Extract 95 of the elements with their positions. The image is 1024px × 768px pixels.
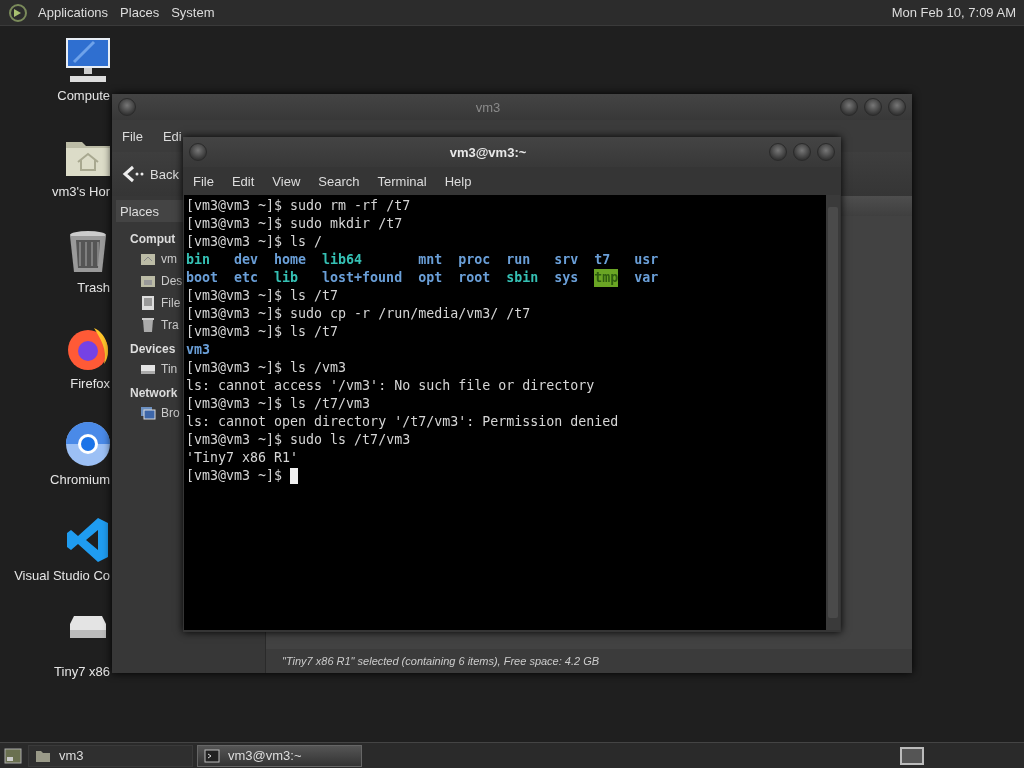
directory-name: usr [634, 251, 659, 269]
desktop-icon-label[interactable]: vm3's Hor [51, 184, 112, 199]
desktop-icon-label[interactable]: Tiny7 x86 [54, 664, 112, 679]
show-desktop-icon[interactable] [4, 747, 22, 764]
directory-name: sys [554, 269, 579, 287]
directory-name: srv [554, 251, 579, 269]
terminal-line: [vm3@vm3 ~]$ sudo rm -rf /t7 [186, 197, 411, 215]
clock[interactable]: Mon Feb 10, 7:09 AM [891, 5, 1024, 20]
trash-icon [140, 317, 156, 333]
menu-item[interactable]: Applications [32, 5, 115, 20]
sidebar-item-label[interactable]: Tra [161, 318, 179, 332]
sidebar-item-label[interactable]: Tin [161, 362, 178, 376]
sidebar-item[interactable]: Bro [140, 405, 180, 421]
menu-item[interactable]: Edi [162, 128, 182, 144]
sidebar-item[interactable]: File [140, 295, 181, 311]
terminal-line: [vm3@vm3 ~]$ sudo cp -r /run/media/vm3/ /t7 [186, 305, 531, 323]
terminal-line: [vm3@vm3 ~]$ ls /t7/vm3 [186, 395, 371, 413]
terminal-line: [vm3@vm3 ~]$ ls /vm3 [186, 359, 347, 377]
directory-name: vm3 [186, 341, 211, 359]
back-button[interactable]: Back [118, 164, 183, 184]
window-title: vm3 [474, 99, 502, 115]
directory-name: run [506, 251, 531, 269]
sidebar-item[interactable]: vm [140, 251, 177, 267]
terminal-icon [204, 747, 220, 764]
directory-name: lib64 [322, 251, 363, 269]
terminal-line: [vm3@vm3 ~]$ [186, 467, 283, 485]
directory-name: etc [234, 269, 259, 287]
directory-name: dev [234, 251, 259, 269]
directory-name: root [458, 269, 491, 287]
directory-name: home [274, 251, 307, 269]
window-button[interactable] [888, 98, 906, 116]
network-icon [140, 405, 156, 421]
desktop-icon-label[interactable]: Firefox [70, 376, 112, 391]
sidebar-item[interactable]: Tra [140, 317, 179, 333]
window-button[interactable] [864, 98, 882, 116]
window-menu-button[interactable] [189, 143, 207, 161]
terminal-line: [vm3@vm3 ~]$ sudo mkdir /t7 [186, 215, 403, 233]
menu-item[interactable]: System [165, 5, 221, 20]
section-heading: Comput [130, 232, 176, 246]
window-button[interactable] [840, 98, 858, 116]
status-text: "Tiny7 x86 R1" selected (containing 6 items), Free space: 4.2 GB [266, 649, 912, 673]
menu-item[interactable]: Terminal [371, 173, 433, 189]
directory-name: t7 [594, 251, 611, 269]
terminal-line: [vm3@vm3 ~]$ ls / [186, 233, 323, 251]
directory-name: lost+found [322, 269, 403, 287]
sidebar-item[interactable]: Tin [140, 361, 178, 377]
terminal-line: 'Tiny7 x86 R1' [186, 449, 299, 467]
menu-item[interactable]: File [187, 173, 220, 189]
directory-name: mnt [418, 251, 443, 269]
menu-item[interactable]: Places [114, 5, 166, 20]
desktop-icon-label[interactable]: Compute [57, 88, 112, 103]
directory-name: boot [186, 269, 219, 287]
terminal-line: [vm3@vm3 ~]$ ls /t7 [186, 287, 339, 305]
section-heading: Network [130, 386, 178, 400]
window-button[interactable] [769, 143, 787, 161]
terminal-line: ls: cannot access '/vm3': No such file or directory [186, 377, 595, 395]
window-menu-button[interactable] [118, 98, 136, 116]
folder-icon [140, 273, 156, 289]
places-dropdown[interactable]: Places [116, 200, 186, 222]
window-button[interactable] [793, 143, 811, 161]
section-heading: Devices [130, 342, 176, 356]
workspace-switcher[interactable] [900, 746, 924, 765]
directory-name: sbin [506, 269, 539, 287]
directory-name: bin [186, 251, 211, 269]
sidebar-item[interactable]: Des [140, 273, 183, 289]
window-button[interactable] [817, 143, 835, 161]
directory-name: proc [458, 251, 491, 269]
terminal-line: ls: cannot open directory '/t7/vm3': Permission denied [186, 413, 619, 431]
browser-globe-icon[interactable] [64, 420, 112, 468]
back-arrow-icon [122, 164, 144, 184]
menu-item[interactable]: View [266, 173, 307, 189]
menu-item[interactable]: Help [438, 173, 478, 189]
terminal-line: [vm3@vm3 ~]$ sudo ls /t7/vm3 [186, 431, 411, 449]
desktop-icon-label[interactable]: Chromium [50, 472, 112, 487]
directory-name: var [634, 269, 659, 287]
sidebar-item-label[interactable]: vm [161, 252, 177, 266]
directory-name: tmp [594, 269, 619, 287]
sidebar-item-label[interactable]: Des [161, 274, 183, 288]
home-folder-icon [140, 251, 156, 267]
window-title: vm3@vm3:~ [448, 144, 528, 160]
directory-name: opt [418, 269, 443, 287]
menu-item[interactable]: Search [312, 173, 366, 189]
sidebar-item-label[interactable]: Bro [161, 406, 180, 420]
monitor-icon[interactable] [64, 36, 112, 84]
desktop-icon-label[interactable]: Visual Studio Co [14, 568, 112, 583]
menu-item[interactable]: Edit [225, 173, 261, 189]
logo-icon[interactable] [8, 2, 28, 23]
terminal-line: [vm3@vm3 ~]$ ls /t7 [186, 323, 339, 341]
task-button[interactable]: vm3 [28, 744, 193, 767]
menu-item[interactable]: File [122, 128, 143, 144]
scrollbar[interactable] [826, 195, 840, 630]
desktop-icon-label[interactable]: Trash [77, 280, 112, 295]
sidebar-item-label[interactable]: File [161, 296, 181, 310]
directory-name: lib [274, 269, 299, 287]
task-button[interactable]: vm3@vm3:~ [197, 744, 362, 767]
